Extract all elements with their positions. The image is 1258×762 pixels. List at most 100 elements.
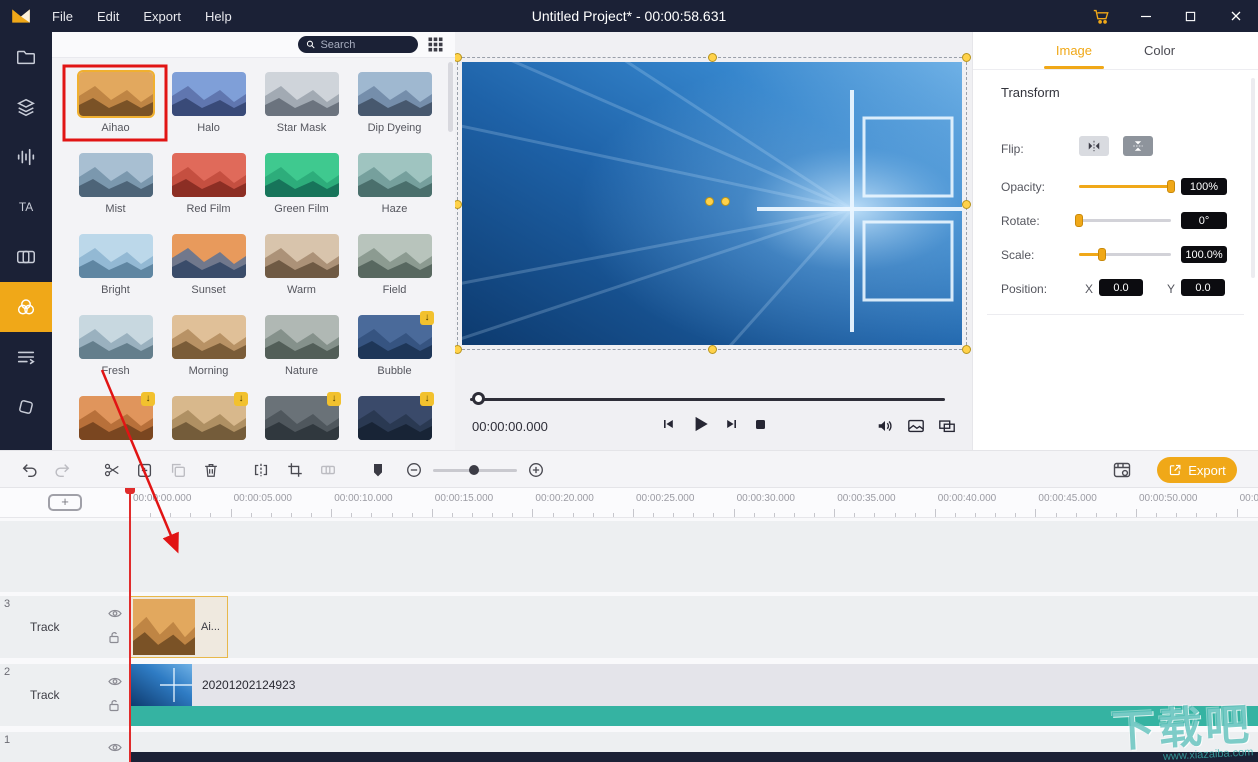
scale-slider[interactable] xyxy=(1079,253,1171,256)
video-canvas[interactable] xyxy=(462,62,962,345)
merge-button[interactable] xyxy=(318,460,338,480)
filter-item[interactable]: Fresh xyxy=(69,315,162,396)
tab-image[interactable]: Image xyxy=(1052,32,1096,69)
seek-handle[interactable] xyxy=(472,392,485,405)
zoom-out-button[interactable] xyxy=(404,460,424,480)
filter-item[interactable]: ↓ xyxy=(255,396,348,450)
filter-item[interactable]: Bright xyxy=(69,234,162,315)
track-visibility-icon[interactable] xyxy=(108,676,122,687)
next-frame-button[interactable] xyxy=(724,416,740,432)
tab-color[interactable]: Color xyxy=(1140,32,1179,69)
track-row-3[interactable]: 3 Track Ai... xyxy=(0,596,1258,658)
stop-button[interactable] xyxy=(753,417,768,432)
track-row-2[interactable]: 2 Track 20201202124923 xyxy=(0,664,1258,726)
search-box[interactable] xyxy=(298,36,418,53)
add-track-button[interactable]: + xyxy=(48,494,82,511)
filter-item[interactable]: Sunset xyxy=(162,234,255,315)
playhead[interactable] xyxy=(129,488,131,762)
cut-button[interactable] xyxy=(102,460,122,480)
rotate-slider[interactable] xyxy=(1079,219,1171,222)
filter-thumbnail[interactable] xyxy=(358,234,432,278)
close-button[interactable] xyxy=(1213,0,1258,32)
undo-button[interactable] xyxy=(20,460,40,480)
volume-icon[interactable] xyxy=(876,417,894,435)
add-clip-button[interactable] xyxy=(135,460,155,480)
redo-button[interactable] xyxy=(52,460,72,480)
filter-item[interactable]: Mist xyxy=(69,153,162,234)
delete-button[interactable] xyxy=(201,460,221,480)
filter-item[interactable]: Aihao xyxy=(69,72,162,153)
filter-item[interactable]: ↓ xyxy=(162,396,255,450)
filter-item[interactable]: ↓ xyxy=(69,396,162,450)
split-button[interactable] xyxy=(251,460,271,480)
filter-thumbnail[interactable] xyxy=(172,315,246,359)
position-y-value[interactable]: 0.0 xyxy=(1181,279,1225,296)
menu-export[interactable]: Export xyxy=(131,9,193,24)
filter-thumbnail[interactable] xyxy=(265,72,339,116)
crop-button[interactable] xyxy=(285,460,305,480)
seek-bar[interactable] xyxy=(470,398,945,401)
dual-screen-icon[interactable] xyxy=(938,417,956,435)
track-visibility-icon[interactable] xyxy=(108,742,122,753)
filter-thumbnail[interactable] xyxy=(172,153,246,197)
marker-button[interactable] xyxy=(368,460,388,480)
filter-thumbnail[interactable] xyxy=(265,315,339,359)
track-visibility-icon[interactable] xyxy=(108,608,122,619)
duplicate-button[interactable] xyxy=(168,460,188,480)
menu-edit[interactable]: Edit xyxy=(85,9,131,24)
center-handle[interactable] xyxy=(705,197,714,206)
filter-item[interactable]: Halo xyxy=(162,72,255,153)
menu-help[interactable]: Help xyxy=(193,9,244,24)
resize-handle-e[interactable] xyxy=(962,200,971,209)
filter-clip[interactable]: Ai... xyxy=(130,596,228,658)
sidebar-item-transitions[interactable] xyxy=(0,232,52,282)
anchor-handle[interactable] xyxy=(721,197,730,206)
filter-thumbnail[interactable] xyxy=(172,72,246,116)
sidebar-item-audio[interactable] xyxy=(0,132,52,182)
filter-thumbnail[interactable] xyxy=(172,234,246,278)
store-cart-icon[interactable] xyxy=(1078,0,1123,32)
track-row-1[interactable]: 1 xyxy=(0,732,1258,762)
flip-vertical-button[interactable] xyxy=(1123,136,1153,156)
filter-item[interactable]: Haze xyxy=(348,153,441,234)
filter-thumbnail[interactable] xyxy=(358,72,432,116)
flip-horizontal-button[interactable] xyxy=(1079,136,1109,156)
timeline-zoom-handle[interactable] xyxy=(469,465,479,475)
scale-value[interactable]: 100.0% xyxy=(1181,246,1227,263)
filter-thumbnail[interactable] xyxy=(79,234,153,278)
snapshot-icon[interactable] xyxy=(907,417,925,435)
filter-thumbnail[interactable] xyxy=(79,153,153,197)
filter-item[interactable]: Red Film xyxy=(162,153,255,234)
filter-thumbnail[interactable] xyxy=(265,234,339,278)
search-input[interactable] xyxy=(320,39,410,51)
track-lock-icon[interactable] xyxy=(108,631,120,644)
timeline-zoom-slider[interactable] xyxy=(433,469,517,472)
filter-item[interactable]: Nature xyxy=(255,315,348,396)
play-button[interactable] xyxy=(689,413,711,435)
export-button[interactable]: Export xyxy=(1157,457,1237,483)
filter-thumbnail[interactable] xyxy=(265,153,339,197)
track-row-empty[interactable] xyxy=(0,521,1258,592)
resize-handle-se[interactable] xyxy=(962,345,971,354)
filter-item[interactable]: ↓Bubble xyxy=(348,315,441,396)
sidebar-item-elements[interactable] xyxy=(0,332,52,382)
filter-thumbnail[interactable] xyxy=(79,72,153,116)
grid-view-icon[interactable] xyxy=(428,37,443,52)
filter-item[interactable]: ↓ xyxy=(348,396,441,450)
sidebar-item-media[interactable] xyxy=(0,32,52,82)
filter-item[interactable]: Green Film xyxy=(255,153,348,234)
minimize-button[interactable] xyxy=(1123,0,1168,32)
opacity-slider[interactable] xyxy=(1079,185,1171,188)
sidebar-item-effects[interactable] xyxy=(0,382,52,432)
sidebar-item-filters[interactable] xyxy=(0,282,52,332)
filter-item[interactable]: Morning xyxy=(162,315,255,396)
menu-file[interactable]: File xyxy=(40,9,85,24)
zoom-in-button[interactable] xyxy=(526,460,546,480)
maximize-button[interactable] xyxy=(1168,0,1213,32)
opacity-value[interactable]: 100% xyxy=(1181,178,1227,195)
video-clip[interactable]: 20201202124923 xyxy=(130,664,1258,726)
track-lock-icon[interactable] xyxy=(108,699,120,712)
resize-handle-s[interactable] xyxy=(708,345,717,354)
filter-item[interactable]: Field xyxy=(348,234,441,315)
filter-item[interactable]: Warm xyxy=(255,234,348,315)
